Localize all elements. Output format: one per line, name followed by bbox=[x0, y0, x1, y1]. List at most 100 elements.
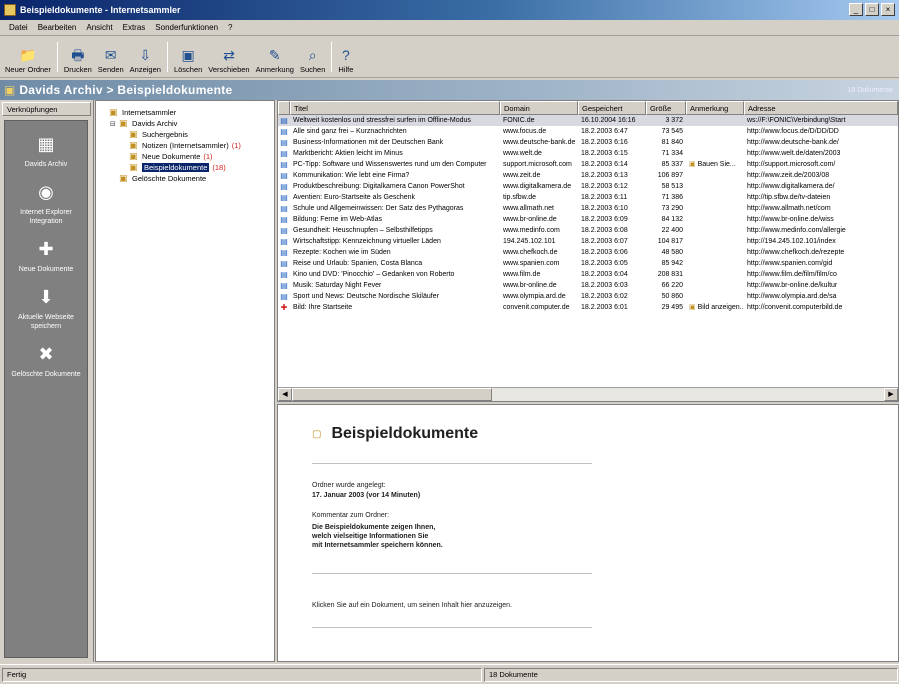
table-row[interactable]: ▤ Aventien: Euro-Startseite als Geschenk t… bbox=[278, 192, 898, 203]
shortcut-item[interactable]: ⬇ Aktuelle Webseite speichern bbox=[6, 284, 86, 331]
tree-label: Beispieldokumente bbox=[142, 163, 210, 172]
cell-title: Bildung: Ferne im Web-Atlas bbox=[293, 216, 382, 223]
hilfe-button[interactable]: ? Hilfe bbox=[335, 38, 356, 74]
folder-icon: ▣ bbox=[119, 173, 128, 183]
column-header[interactable]: Gespeichert bbox=[578, 101, 646, 115]
table-row[interactable]: ▤ Gesundheit: Heuschnupfen – Selbsthilfet… bbox=[278, 225, 898, 236]
table-row[interactable]: ▤ Weltweit kostenlos und stressfrei surfe… bbox=[278, 115, 898, 126]
menu-item[interactable]: Bearbeiten bbox=[33, 23, 82, 32]
menu-item[interactable]: ? bbox=[223, 23, 237, 32]
cell-date: 18.2.2003 6:07 bbox=[581, 238, 628, 245]
folder-count: 18 Dokumente bbox=[847, 86, 893, 94]
tree-count: (1) bbox=[203, 152, 213, 161]
column-header[interactable]: Anmerkung bbox=[686, 101, 744, 115]
drucken-button[interactable]: 🖶 Drucken bbox=[61, 38, 95, 74]
senden-button[interactable]: ✉ Senden bbox=[95, 38, 127, 74]
table-row[interactable]: ▤ Marktbericht: Aktien leicht im Minus www… bbox=[278, 148, 898, 159]
table-row[interactable]: ▤ Sport und News: Deutsche Nordische Skil… bbox=[278, 291, 898, 302]
tree-item[interactable]: ▣ Suchergebnis bbox=[100, 129, 270, 140]
toolbar-label: Drucken bbox=[63, 65, 92, 74]
table-row[interactable]: ▤ Kommunikation: Wie lebt eine Firma? www.… bbox=[278, 170, 898, 181]
table-row[interactable]: ▤ Kino und DVD: 'Pinocchio' – Gedanken vo… bbox=[278, 269, 898, 280]
column-header[interactable]: Adresse bbox=[744, 101, 898, 115]
help-icon: ? bbox=[341, 47, 350, 63]
shortcut-item[interactable]: ✚ Neue Dokumente bbox=[6, 236, 86, 274]
column-header[interactable]: Größe bbox=[646, 101, 686, 115]
cell-domain: www.olympia.ard.de bbox=[503, 293, 566, 300]
tree-item[interactable]: ▣ Notizen (Internetsammler) (1) bbox=[100, 140, 270, 151]
table-row[interactable]: ✚ Bild: Ihre Startseite convenit.computer.… bbox=[278, 302, 898, 313]
table-row[interactable]: ▤ PC-Tipp: Software und Wissenswertes run… bbox=[278, 159, 898, 170]
cell-note bbox=[686, 148, 744, 159]
cell-size: 208 831 bbox=[657, 271, 683, 278]
menu-item[interactable]: Sonderfunktionen bbox=[150, 23, 223, 32]
table-row[interactable]: ▤ Schule und Allgemeinwissen: Der Satz de… bbox=[278, 203, 898, 214]
cell-date: 18.2.2003 6:16 bbox=[581, 139, 628, 146]
tree-item[interactable]: ⊟ ▣ Davids Archiv bbox=[100, 118, 270, 129]
tree-item[interactable]: ▣ Neue Dokumente (1) bbox=[100, 151, 270, 162]
note-icon: ▣ bbox=[689, 161, 696, 168]
new-documents-icon: ✚ bbox=[38, 239, 54, 259]
comment-line: mit Internetsammler speichern können. bbox=[312, 542, 443, 549]
move-icon: ⇄ bbox=[223, 47, 235, 63]
cell-size: 71 334 bbox=[661, 150, 683, 157]
web-document-icon: ▤ bbox=[280, 127, 288, 136]
minimize-button[interactable]: _ bbox=[849, 3, 863, 16]
horizontal-scrollbar[interactable]: ◀ ▶ bbox=[278, 387, 898, 401]
menu-item[interactable]: Ansicht bbox=[81, 23, 117, 32]
anzeigen-button[interactable]: ⇩ Anzeigen bbox=[127, 38, 164, 74]
toolbar-label: Anzeigen bbox=[129, 65, 161, 74]
maximize-button[interactable]: □ bbox=[865, 3, 879, 16]
shortcuts-header[interactable]: Verknüpfungen bbox=[2, 102, 91, 116]
web-document-icon: ▤ bbox=[280, 281, 288, 290]
cell-size: 3 372 bbox=[665, 117, 683, 124]
cell-title: Kino und DVD: 'Pinocchio' – Gedanken von… bbox=[293, 271, 455, 278]
cell-size: 106 897 bbox=[657, 172, 683, 179]
löschen-button[interactable]: ▣ Löschen bbox=[171, 38, 205, 74]
tree-item[interactable]: ▣ Gelöschte Dokumente bbox=[100, 173, 270, 184]
table-row[interactable]: ▤ Business-Informationen mit der Deutsche… bbox=[278, 137, 898, 148]
globe-icon: ◉ bbox=[38, 182, 54, 202]
cell-title: PC-Tipp: Software und Wissenswertes rund… bbox=[293, 161, 487, 168]
menu-item[interactable]: Datei bbox=[4, 23, 33, 32]
cell-title: Bild: Ihre Startseite bbox=[293, 304, 353, 311]
tree-item[interactable]: ▣ Internetsammler bbox=[100, 107, 270, 118]
anmerkung-button[interactable]: ✎ Anmerkung bbox=[253, 38, 297, 74]
shortcut-item[interactable]: ◉ Internet Explorer Integration bbox=[6, 179, 86, 226]
cell-title: Gesundheit: Heuschnupfen – Selbsthilfeti… bbox=[293, 227, 433, 234]
close-button[interactable]: × bbox=[881, 3, 895, 16]
neuer-ordner-button[interactable]: 📁 Neuer Ordner bbox=[2, 38, 54, 74]
table-row[interactable]: ▤ Musik: Saturday Night Fever www.br-onlin… bbox=[278, 280, 898, 291]
folder-icon: ▣ bbox=[129, 151, 138, 161]
column-header[interactable] bbox=[278, 101, 290, 115]
cell-note bbox=[686, 269, 744, 280]
column-header[interactable]: Titel bbox=[290, 101, 500, 115]
cell-title: Musik: Saturday Night Fever bbox=[293, 282, 382, 289]
scroll-thumb[interactable] bbox=[292, 388, 492, 401]
menu-bar: Datei Bearbeiten Ansicht Extras Sonderfunkti… bbox=[0, 20, 899, 36]
table-row[interactable]: ▤ Reise und Urlaub: Spanien, Costa Blanca… bbox=[278, 258, 898, 269]
cell-url: http://www.medinfo.com/allergie bbox=[747, 227, 846, 234]
tree-expander-icon[interactable]: ⊟ bbox=[110, 120, 119, 128]
menu-item[interactable]: Extras bbox=[118, 23, 151, 32]
column-header[interactable]: Domain bbox=[500, 101, 578, 115]
image-document-icon: ✚ bbox=[280, 303, 288, 312]
column-headers: Titel Domain Gespeichert Größe Anmerkung Adre… bbox=[278, 101, 898, 115]
table-row[interactable]: ▤ Rezepte: Kochen wie im Süden www.chefkoc… bbox=[278, 247, 898, 258]
shortcut-item[interactable]: ✖ Gelöschte Dokumente bbox=[6, 341, 86, 379]
cell-date: 18.2.2003 6:14 bbox=[581, 161, 628, 168]
scroll-left-button[interactable]: ◀ bbox=[278, 388, 292, 401]
table-row[interactable]: ▤ Produktbeschreibung: Digitalkamera Cano… bbox=[278, 181, 898, 192]
scroll-right-button[interactable]: ▶ bbox=[884, 388, 898, 401]
tree-item[interactable]: ▣ Beispieldokumente (18) bbox=[100, 162, 270, 173]
shortcut-bar: ▦ Davids Archiv ◉ Internet Explorer Integra… bbox=[4, 120, 88, 658]
scroll-track[interactable] bbox=[492, 388, 884, 401]
table-row[interactable]: ▤ Wirtschaftstipp: Kennzeichnung virtuell… bbox=[278, 236, 898, 247]
table-row[interactable]: ▤ Bildung: Ferne im Web-Atlas www.br-onlin… bbox=[278, 214, 898, 225]
cell-date: 18.2.2003 6:13 bbox=[581, 172, 628, 179]
suchen-button[interactable]: ⌕ Suchen bbox=[297, 38, 328, 74]
shortcut-item[interactable]: ▦ Davids Archiv bbox=[6, 131, 86, 169]
table-row[interactable]: ▤ Alle sind ganz frei – Kurznachrichten ww… bbox=[278, 126, 898, 137]
verschieben-button[interactable]: ⇄ Verschieben bbox=[205, 38, 252, 74]
window-controls: _ □ × bbox=[849, 3, 895, 16]
